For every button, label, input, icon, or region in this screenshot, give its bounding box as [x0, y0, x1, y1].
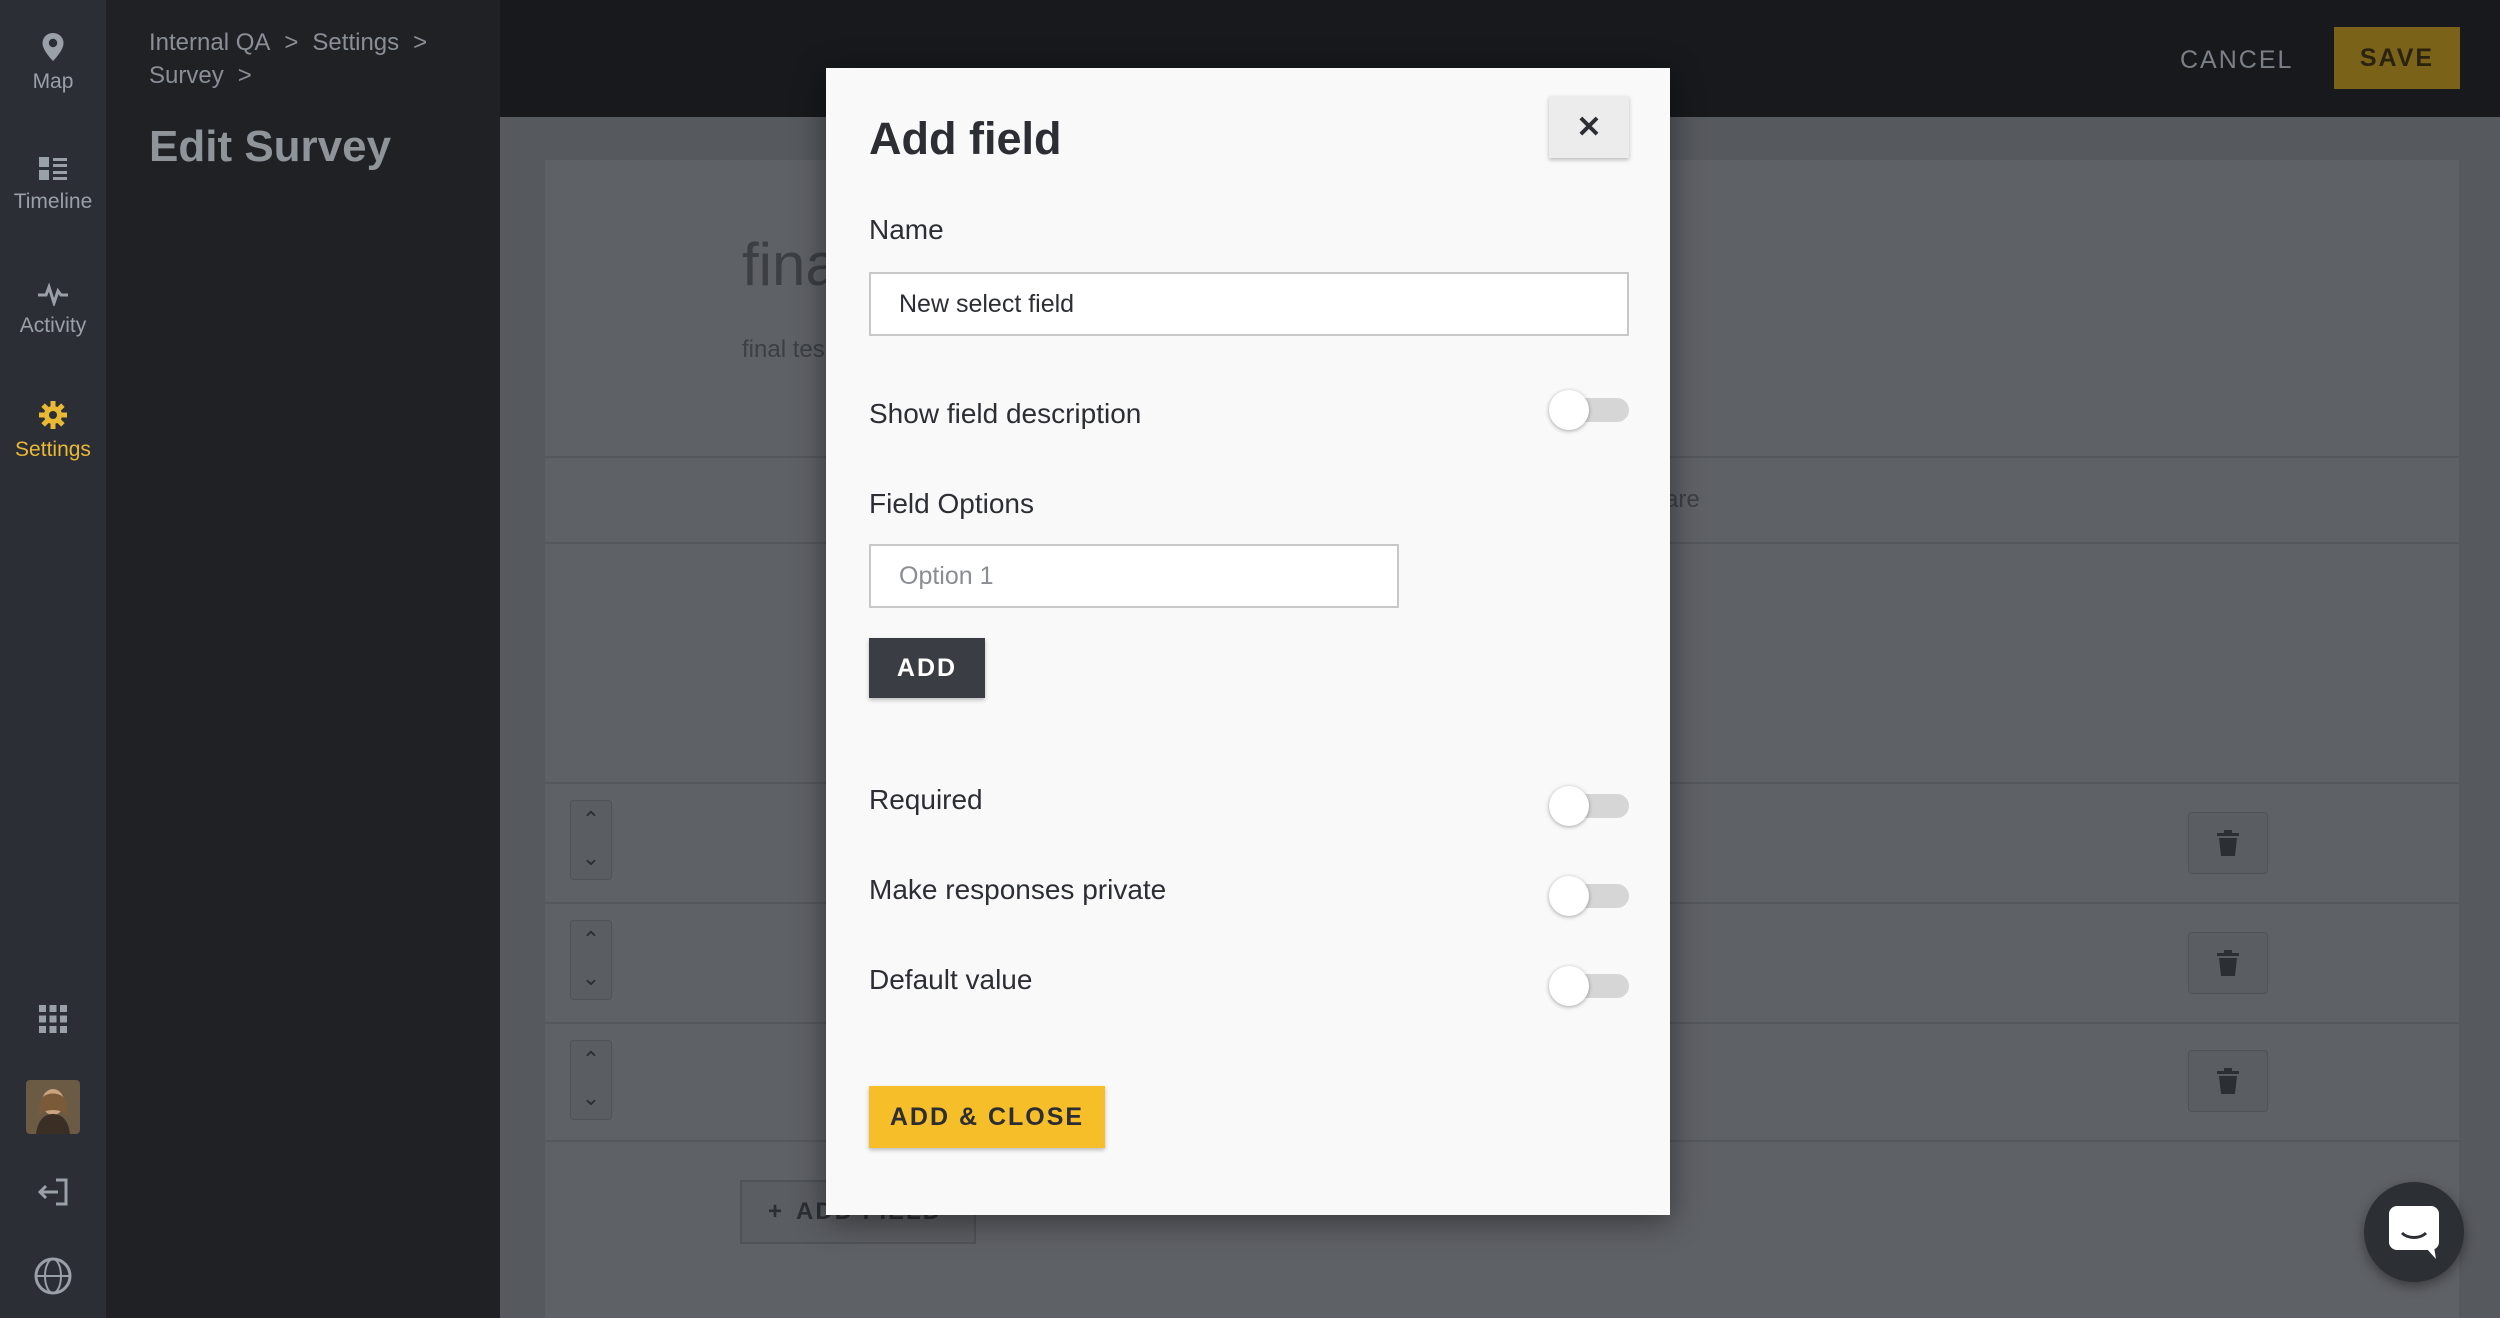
field-options-label: Field Options: [869, 488, 1034, 519]
toggle-knob: [1549, 876, 1589, 916]
breadcrumb: Internal QA > Settings > Survey >: [149, 26, 469, 92]
add-option-button[interactable]: ADD: [869, 638, 985, 698]
icon-rail: Map Timeline Activity Settings: [0, 0, 106, 1318]
breadcrumb-item-survey[interactable]: Survey: [149, 62, 224, 89]
apps-grid-button[interactable]: [0, 1004, 106, 1034]
gear-icon: [39, 401, 67, 429]
activity-icon: [38, 282, 68, 306]
trash-icon: [2217, 950, 2239, 976]
trash-icon: [2217, 830, 2239, 856]
share-text-background: are: [1665, 486, 1700, 513]
name-input[interactable]: [869, 272, 1629, 336]
close-button[interactable]: ✕: [1549, 96, 1629, 158]
move-up-icon[interactable]: ⌃: [571, 801, 611, 839]
chat-icon: [2389, 1206, 2439, 1259]
delete-field-button[interactable]: [2188, 812, 2268, 874]
rail-item-settings[interactable]: Settings: [0, 400, 106, 462]
plus-icon: +: [768, 1198, 785, 1225]
show-description-label: Show field description: [869, 398, 1142, 429]
move-down-icon[interactable]: ⌄: [571, 839, 611, 877]
avatar: [26, 1080, 80, 1134]
logout-icon: [38, 1178, 68, 1206]
rail-label-map: Map: [32, 70, 74, 93]
default-value-label: Default value: [869, 964, 1033, 995]
settings-sidebar: Internal QA > Settings > Survey > Edit Survey: [106, 0, 500, 1318]
add-and-close-button[interactable]: ADD & CLOSE: [869, 1086, 1105, 1148]
rail-label-settings: Settings: [15, 438, 91, 461]
reorder-controls: ⌃ ⌄: [570, 800, 612, 880]
move-down-icon[interactable]: ⌄: [571, 959, 611, 997]
required-label: Required: [869, 784, 983, 815]
move-down-icon[interactable]: ⌄: [571, 1079, 611, 1117]
chat-launcher-button[interactable]: [2364, 1182, 2464, 1282]
survey-description-background: final tes: [742, 336, 825, 363]
rail-item-activity[interactable]: Activity: [0, 282, 106, 338]
trash-icon: [2217, 1068, 2239, 1094]
toggle-knob: [1549, 786, 1589, 826]
reorder-controls: ⌃ ⌄: [570, 920, 612, 1000]
private-responses-label: Make responses private: [869, 874, 1167, 905]
delete-field-button[interactable]: [2188, 932, 2268, 994]
timeline-icon: [39, 157, 67, 180]
breadcrumb-separator: >: [413, 29, 428, 56]
close-icon: ✕: [1576, 110, 1602, 144]
breadcrumb-separator: >: [284, 29, 299, 56]
user-avatar-button[interactable]: [0, 1080, 106, 1134]
apps-grid-icon: [39, 1005, 67, 1033]
move-up-icon[interactable]: ⌃: [571, 1041, 611, 1079]
required-toggle[interactable]: [1549, 786, 1629, 826]
breadcrumb-separator: >: [237, 62, 252, 89]
map-pin-icon: [42, 33, 64, 61]
rail-label-activity: Activity: [19, 314, 87, 337]
private-responses-toggle[interactable]: [1549, 876, 1629, 916]
cancel-button[interactable]: CANCEL: [2152, 32, 2321, 88]
delete-field-button[interactable]: [2188, 1050, 2268, 1112]
name-label: Name: [869, 214, 944, 245]
reorder-controls: ⌃ ⌄: [570, 1040, 612, 1120]
default-value-toggle[interactable]: [1549, 966, 1629, 1006]
survey-title-background: fina: [742, 231, 839, 298]
rail-item-timeline[interactable]: Timeline: [0, 156, 106, 214]
breadcrumb-item-settings[interactable]: Settings: [312, 29, 399, 56]
option-input[interactable]: [869, 544, 1399, 608]
save-button[interactable]: SAVE: [2334, 27, 2460, 89]
show-description-toggle[interactable]: [1549, 390, 1629, 430]
rail-label-timeline: Timeline: [13, 190, 93, 213]
move-up-icon[interactable]: ⌃: [571, 921, 611, 959]
toggle-knob: [1549, 390, 1589, 430]
globe-icon: [34, 1257, 72, 1295]
toggle-knob: [1549, 966, 1589, 1006]
breadcrumb-item-org[interactable]: Internal QA: [149, 29, 270, 56]
add-field-modal: Add field ✕ Name Show field description …: [826, 68, 1670, 1215]
rail-item-map[interactable]: Map: [0, 32, 106, 94]
page-title: Edit Survey: [149, 122, 392, 171]
logout-button[interactable]: [0, 1178, 106, 1206]
globe-button[interactable]: [0, 1256, 106, 1296]
modal-title: Add field: [869, 113, 1062, 164]
